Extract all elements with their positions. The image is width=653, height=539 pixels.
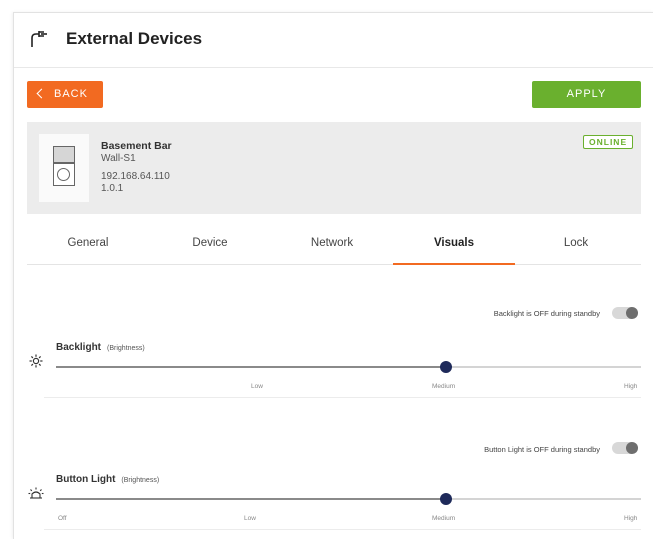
device-screen-shape [53,146,75,163]
device-plug-icon [31,31,47,47]
button-light-tick-medium: Medium [432,515,456,522]
backlight-tick-high: High [624,383,638,390]
tab-device[interactable]: Device [149,237,271,264]
device-model: Wall-S1 [101,153,136,164]
sun-icon [29,354,43,368]
device-version: 1.0.1 [101,183,124,194]
back-button[interactable]: BACK [27,81,103,108]
backlight-standby-label: Backlight is OFF during standby [493,309,600,318]
button-light-standby-toggle[interactable] [612,442,638,454]
section-divider [44,529,641,530]
device-button-shape [53,163,75,186]
device-ip: 192.168.64.110 [101,171,170,182]
button-light-standby-label: Button Light is OFF during standby [484,445,600,454]
tab-visuals[interactable]: Visuals [393,237,515,265]
button-light-tick-high: High [624,515,638,522]
tab-general[interactable]: General [27,237,149,264]
page-title: External Devices [66,29,203,48]
tab-bar: General Device Network Visuals Lock [27,237,641,265]
device-name: Basement Bar [101,140,172,152]
chevron-left-icon [36,88,47,99]
button-light-tick-low: Low [244,515,256,522]
section-divider [44,397,641,398]
device-info-panel: Basement Bar Wall-S1 192.168.64.110 1.0.… [27,122,641,214]
light-icon [28,487,44,499]
tab-lock[interactable]: Lock [515,237,637,264]
back-button-label: BACK [54,88,88,100]
button-light-title: Button Light (Brightness) [56,474,160,485]
tab-network[interactable]: Network [271,237,393,264]
button-light-tick-off: Off [58,515,67,522]
backlight-slider-thumb[interactable] [440,361,452,373]
device-image [39,134,89,202]
backlight-title: Backlight (Brightness) [56,342,145,353]
backlight-tick-low: Low [251,383,263,390]
button-light-slider-thumb[interactable] [440,493,452,505]
backlight-standby-toggle[interactable] [612,307,638,319]
external-devices-card: External Devices BACK APPLY Basement Bar… [13,12,653,539]
backlight-subtitle: (Brightness) [107,345,145,352]
status-badge: ONLINE [583,135,634,149]
button-light-subtitle: (Brightness) [121,477,160,484]
button-light-slider-track[interactable] [56,498,641,500]
backlight-slider-track[interactable] [56,366,641,368]
page-header: External Devices [14,13,653,68]
apply-button[interactable]: APPLY [532,81,641,108]
backlight-tick-medium: Medium [432,383,456,390]
